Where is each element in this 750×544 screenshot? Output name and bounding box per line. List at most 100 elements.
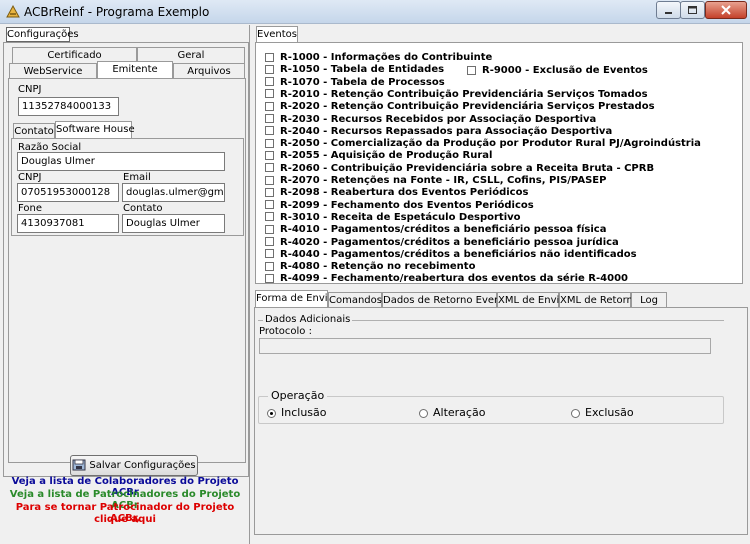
event-item[interactable]: R-4080 - Retenção no recebimento [265,261,475,272]
save-config-label: Salvar Configurações [89,460,196,471]
event-item[interactable]: R-2055 - Aquisição de Produção Rural [265,150,492,161]
checkbox[interactable] [265,89,274,99]
protocolo-label: Protocolo : [259,326,312,337]
event-item[interactable]: R-2070 - Retenções na Fonte - IR, CSLL, … [265,175,606,186]
minimize-icon [665,12,672,14]
checkbox[interactable] [265,77,274,87]
tab-log[interactable]: Log [631,292,667,308]
event-item[interactable]: R-2040 - Recursos Repassados para Associ… [265,126,612,137]
tab-eventos[interactable]: Eventos [256,26,298,42]
checkbox[interactable] [265,101,274,111]
checkbox[interactable] [467,65,476,75]
event-r9000[interactable]: R-9000 - Exclusão de Eventos [467,65,648,76]
minimize-button[interactable] [656,1,681,19]
fone-label: Fone [18,203,43,214]
tab-configuracoes[interactable]: Configurações [6,27,79,42]
title-bar: ACBrReinf - Programa Exemplo [0,0,750,24]
event-item[interactable]: R-2050 - Comercialização da Produção por… [265,138,701,149]
link-clique-aqui[interactable]: clique aqui [0,514,250,525]
event-item[interactable]: R-2010 - Retenção Contribuição Previdenc… [265,89,648,100]
maximize-button[interactable] [680,1,705,19]
save-icon [72,459,86,471]
event-item-label: R-4020 - Pagamentos/créditos a beneficiá… [280,236,619,248]
tab-dados-retorno[interactable]: Dados de Retorno Eventos [382,292,516,308]
radio-exclusao-label: Exclusão [585,406,634,419]
checkbox[interactable] [265,200,274,210]
protocolo-input[interactable] [259,338,711,354]
event-item-label: R-1050 - Tabela de Entidades [280,64,445,76]
event-item[interactable]: R-4099 - Fechamento/reabertura dos event… [265,273,628,284]
checkbox[interactable] [265,187,274,197]
event-item-label: R-4099 - Fechamento/reabertura dos event… [280,273,628,285]
razao-social-input[interactable]: Douglas Ulmer [17,152,225,171]
checkbox[interactable] [265,64,274,74]
event-item-label: R-4010 - Pagamentos/créditos a beneficiá… [280,224,607,236]
radio-exclusao[interactable]: Exclusão [571,406,634,419]
tab-forma-envio[interactable]: Forma de Envio [255,290,334,308]
checkbox[interactable] [265,237,274,246]
email-input[interactable]: douglas.ulmer@gmail.com [122,183,225,202]
close-button[interactable] [705,1,747,19]
tab-software-house[interactable]: Software House [55,121,135,139]
tab-xml-envio[interactable]: XML de Envio [497,292,565,308]
checkbox[interactable] [265,224,274,234]
checkbox[interactable] [265,138,274,148]
event-item-label: R-1070 - Tabela de Processos [280,76,445,88]
checkbox[interactable] [265,249,274,259]
save-config-button[interactable]: Salvar Configurações [70,455,198,476]
event-item[interactable]: R-1050 - Tabela de Entidades [265,64,444,75]
checkbox[interactable] [265,52,274,62]
fone-input[interactable]: 4130937081 [17,214,119,233]
radio-alteracao-dot[interactable] [419,408,428,418]
checkbox[interactable] [265,126,274,136]
event-item-label: R-2070 - Retenções na Fonte - IR, CSLL, … [280,175,607,186]
event-item-label: R-2055 - Aquisição de Produção Rural [280,150,493,162]
checkbox[interactable] [265,273,274,283]
radio-alteracao[interactable]: Alteração [419,406,485,419]
tab-xml-retorno[interactable]: XML de Retorno [559,292,639,308]
sh-cnpj-label: CNPJ [18,172,42,183]
event-item[interactable]: R-1070 - Tabela de Processos [265,77,445,88]
checkbox[interactable] [265,114,274,123]
event-item-label: R-2040 - Recursos Repassados para Associ… [280,125,613,137]
tab-emitente[interactable]: Emitente [97,61,173,79]
left-pane: Configurações Certificado Geral WebServi… [0,25,250,544]
checkbox[interactable] [265,163,274,173]
radio-inclusao-dot[interactable] [267,408,276,418]
event-item-label: R-4040 - Pagamentos/créditos a beneficiá… [280,248,637,260]
event-item[interactable]: R-4010 - Pagamentos/créditos a beneficiá… [265,224,606,235]
contato-input[interactable]: Douglas Ulmer [122,214,225,233]
checkbox[interactable] [265,175,274,185]
radio-exclusao-dot[interactable] [571,408,580,418]
checkbox[interactable] [265,261,274,271]
tab-arquivos[interactable]: Arquivos [173,63,245,79]
event-item-label: R-2099 - Fechamento dos Eventos Periódic… [280,199,534,211]
radio-inclusao[interactable]: Inclusão [267,406,327,419]
event-item[interactable]: R-4020 - Pagamentos/créditos a beneficiá… [265,237,619,248]
event-item-label: R-2010 - Retenção Contribuição Previdenc… [280,88,648,100]
event-item[interactable]: R-2099 - Fechamento dos Eventos Periódic… [265,200,534,211]
tab-contato[interactable]: Contato [13,123,55,139]
event-item-label: R-2050 - Comercialização da Produção por… [280,138,701,150]
event-item-label: R-2020 - Retenção Contribuição Previdenc… [280,101,655,113]
checkbox[interactable] [265,150,274,160]
event-item[interactable]: R-3010 - Receita de Espetáculo Desportiv… [265,212,521,223]
event-item[interactable]: R-2020 - Retenção Contribuição Previdenc… [265,101,655,112]
event-item-label: R-4080 - Retenção no recebimento [280,261,476,273]
contato-label: Contato [123,203,163,214]
event-item[interactable]: R-2030 - Recursos Recebidos por Associaç… [265,114,596,125]
cnpj-label: CNPJ [18,84,42,95]
tab-webservice[interactable]: WebService [9,63,97,79]
event-item[interactable]: R-2098 - Reabertura dos Eventos Periódic… [265,187,528,198]
cnpj-input[interactable]: 11352784000133 [18,97,119,116]
sh-cnpj-input[interactable]: 07051953000128 [17,183,119,202]
maximize-icon [688,6,697,14]
operacao-title: Operação [268,389,328,402]
event-item[interactable]: R-1000 - Informações do Contribuinte [265,52,492,63]
checkbox[interactable] [265,212,274,222]
event-item[interactable]: R-4040 - Pagamentos/créditos a beneficiá… [265,249,637,260]
bottom-tabs: Forma de Envio Comandos Dados de Retorno… [254,290,749,308]
event-item[interactable]: R-2060 - Contribuição Previdenciária sob… [265,163,654,174]
app-icon [6,4,20,18]
tab-comandos[interactable]: Comandos [328,292,382,308]
